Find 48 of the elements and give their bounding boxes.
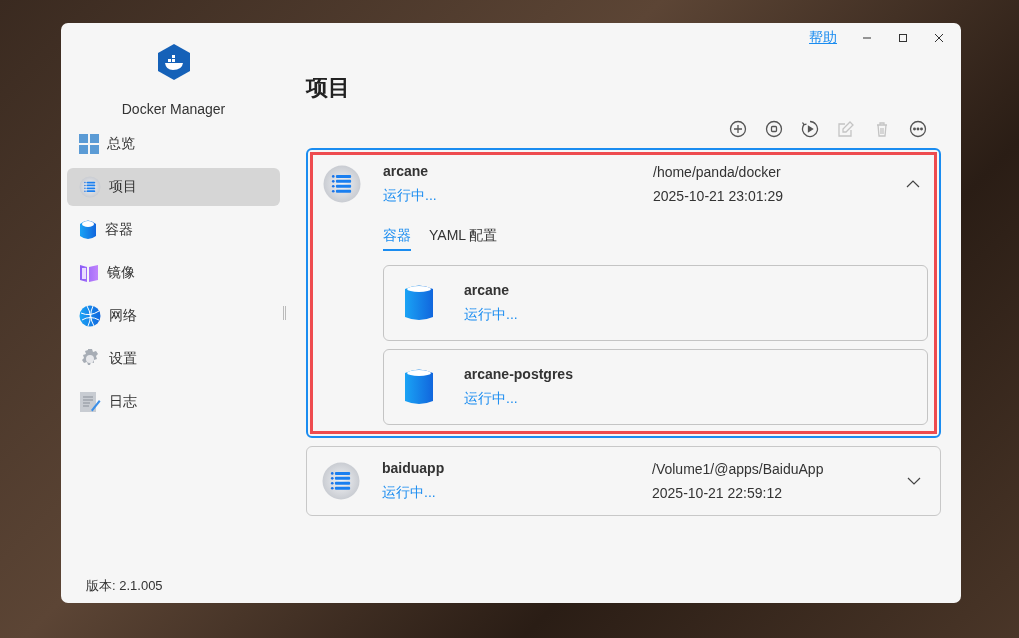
more-icon	[909, 120, 927, 138]
chevron-up-icon	[906, 180, 920, 188]
project-name: arcane	[383, 163, 430, 179]
container-name: arcane-postgres	[464, 366, 574, 382]
sidebar-item[interactable]: 项目	[67, 168, 280, 206]
project-name: baiduapp	[382, 460, 446, 476]
list-icon	[323, 165, 361, 203]
list-icon	[79, 176, 101, 198]
container-card[interactable]: arcane-postgres 运行中...	[383, 349, 928, 425]
docker-logo-icon	[156, 43, 191, 81]
page-title: 项目	[306, 74, 351, 102]
list-icon	[322, 462, 360, 500]
stop-icon	[765, 120, 783, 138]
project-card[interactable]: arcane 运行中... /home/panda/docker 2025-10-21 23:01:29 容器 YAML 配置 arcane 运行中... arcane-postgres 运行中...	[306, 148, 941, 438]
tab[interactable]: YAML 配置	[429, 221, 498, 251]
sidebar-item[interactable]: 日志	[67, 383, 280, 421]
grid-icon	[79, 134, 99, 154]
chevron-down-icon	[907, 477, 921, 485]
version-text: 版本: 2.1.005	[86, 577, 163, 595]
status-text: 运行中...	[383, 187, 438, 205]
container-card[interactable]: arcane 运行中...	[383, 265, 928, 341]
cylinder-icon	[404, 284, 434, 322]
notepad-icon	[79, 391, 101, 413]
timestamp: 2025-10-21 22:59:12	[652, 485, 783, 501]
book-icon	[79, 263, 99, 283]
restart-icon	[801, 120, 819, 138]
sidebar-item[interactable]: 镜像	[67, 254, 280, 292]
edit-icon	[837, 120, 855, 138]
resize-handle[interactable]	[283, 306, 286, 320]
container-name: arcane	[464, 282, 511, 298]
sidebar-item[interactable]: 网络	[67, 297, 280, 335]
sidebar-item[interactable]: 总览	[67, 125, 280, 163]
cylinder-icon	[79, 219, 97, 241]
timestamp: 2025-10-21 23:01:29	[653, 188, 784, 204]
project-path: /Volume1/@apps/BaiduApp	[652, 461, 825, 477]
app-name: Docker Manager	[121, 101, 226, 117]
maximize-icon	[898, 33, 908, 43]
cylinder-icon	[404, 368, 434, 406]
status-text: 运行中...	[464, 390, 519, 408]
add-icon	[729, 120, 747, 138]
project-card[interactable]: baiduapp 运行中... /Volume1/@apps/BaiduApp 2025-10-21 22:59:12	[306, 446, 941, 516]
sidebar-item[interactable]: 容器	[67, 211, 280, 249]
globe-icon	[79, 305, 101, 327]
sidebar-item[interactable]: 设置	[67, 340, 280, 378]
project-path: /home/panda/docker	[653, 164, 782, 180]
close-icon	[934, 33, 944, 43]
status-text: 运行中...	[464, 306, 519, 324]
status-text: 运行中...	[382, 484, 437, 502]
